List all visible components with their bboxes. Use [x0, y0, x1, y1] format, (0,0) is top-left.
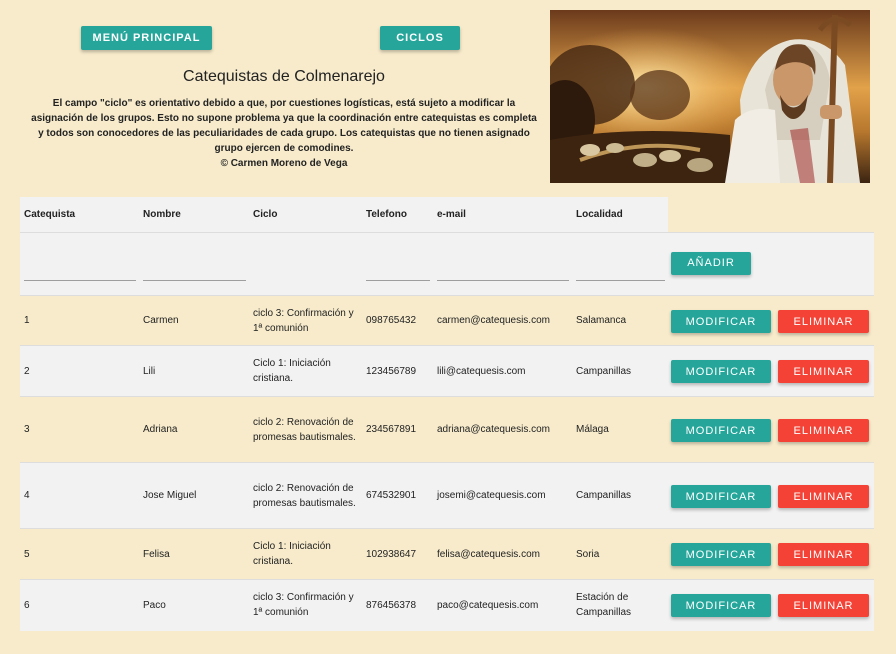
cell-id: 5	[20, 528, 139, 580]
cell-telefono: 234567891	[362, 396, 433, 463]
add-cell-actions: AÑADIR	[668, 232, 874, 296]
cell-telefono: 098765432	[362, 295, 433, 346]
telefono-input[interactable]	[366, 265, 430, 281]
cell-email: josemi@catequesis.com	[433, 462, 572, 529]
table-row: 6 Paco ciclo 3: Confirmación y 1ª comuni…	[20, 579, 874, 631]
cell-localidad: Estación de Campanillas	[572, 579, 668, 631]
cell-id: 4	[20, 462, 139, 529]
cell-id: 1	[20, 295, 139, 346]
table-header-row: Catequista Nombre Ciclo Telefono e-mail …	[20, 197, 874, 233]
catechists-table: Catequista Nombre Ciclo Telefono e-mail …	[20, 197, 874, 631]
cell-localidad: Soria	[572, 528, 668, 580]
cell-email: felisa@catequesis.com	[433, 528, 572, 580]
cell-nombre: Lili	[139, 345, 249, 397]
cell-id: 6	[20, 579, 139, 631]
cell-actions: MODIFICAR ELIMINAR	[668, 579, 874, 631]
table-row: 5 Felisa Ciclo 1: Iniciación cristiana. …	[20, 528, 874, 580]
cell-ciclo: Ciclo 1: Iniciación cristiana.	[249, 528, 362, 580]
cell-telefono: 102938647	[362, 528, 433, 580]
table-row: 1 Carmen ciclo 3: Confirmación y 1ª comu…	[20, 295, 874, 346]
ciclos-button[interactable]: CICLOS	[380, 26, 460, 50]
cell-telefono: 876456378	[362, 579, 433, 631]
cell-telefono: 123456789	[362, 345, 433, 397]
add-cell-ciclo	[249, 232, 362, 296]
add-cell-id	[20, 232, 139, 296]
cell-nombre: Paco	[139, 579, 249, 631]
cell-localidad: Salamanca	[572, 295, 668, 346]
add-cell-email	[433, 232, 572, 296]
table-row: 4 Jose Miguel ciclo 2: Renovación de pro…	[20, 462, 874, 529]
modify-button[interactable]: MODIFICAR	[671, 594, 771, 617]
nombre-input[interactable]	[143, 265, 246, 281]
add-row: AÑADIR	[20, 232, 874, 296]
cell-localidad: Málaga	[572, 396, 668, 463]
cell-ciclo: ciclo 3: Confirmación y 1ª comunión	[249, 579, 362, 631]
header-catequista: Catequista	[20, 197, 139, 233]
add-button[interactable]: AÑADIR	[671, 251, 751, 275]
shepherd-image	[550, 10, 870, 183]
cell-id: 3	[20, 396, 139, 463]
cell-nombre: Felisa	[139, 528, 249, 580]
delete-button[interactable]: ELIMINAR	[778, 485, 869, 508]
table-row: 2 Lili Ciclo 1: Iniciación cristiana. 12…	[20, 345, 874, 397]
delete-button[interactable]: ELIMINAR	[778, 543, 869, 566]
modify-button[interactable]: MODIFICAR	[671, 310, 771, 333]
cell-email: paco@catequesis.com	[433, 579, 572, 631]
intro-text: El campo "ciclo" es orientativo debido a…	[30, 96, 538, 171]
header-telefono: Telefono	[362, 197, 433, 233]
add-cell-telefono	[362, 232, 433, 296]
modify-button[interactable]: MODIFICAR	[671, 485, 771, 508]
cell-ciclo: ciclo 2: Renovación de promesas bautisma…	[249, 396, 362, 463]
page-title: Catequistas de Colmenarejo	[183, 68, 385, 85]
cell-ciclo: ciclo 3: Confirmación y 1ª comunión	[249, 295, 362, 346]
id-input[interactable]	[24, 265, 136, 281]
cell-nombre: Adriana	[139, 396, 249, 463]
cell-actions: MODIFICAR ELIMINAR	[668, 295, 874, 346]
add-cell-nombre	[139, 232, 249, 296]
cell-email: carmen@catequesis.com	[433, 295, 572, 346]
modify-button[interactable]: MODIFICAR	[671, 360, 771, 383]
cell-telefono: 674532901	[362, 462, 433, 529]
delete-button[interactable]: ELIMINAR	[778, 594, 869, 617]
header-localidad: Localidad	[572, 197, 668, 233]
add-cell-localidad	[572, 232, 668, 296]
cell-ciclo: Ciclo 1: Iniciación cristiana.	[249, 345, 362, 397]
cell-ciclo: ciclo 2: Renovación de promesas bautisma…	[249, 462, 362, 529]
cell-actions: MODIFICAR ELIMINAR	[668, 462, 874, 529]
cell-localidad: Campanillas	[572, 345, 668, 397]
copyright-text: © Carmen Moreno de Vega	[220, 158, 348, 169]
cell-actions: MODIFICAR ELIMINAR	[668, 528, 874, 580]
main-menu-button[interactable]: MENÚ PRINCIPAL	[81, 26, 212, 50]
delete-button[interactable]: ELIMINAR	[778, 310, 869, 333]
header-actions	[668, 197, 874, 233]
delete-button[interactable]: ELIMINAR	[778, 360, 869, 383]
modify-button[interactable]: MODIFICAR	[671, 543, 771, 566]
modify-button[interactable]: MODIFICAR	[671, 419, 771, 442]
cell-localidad: Campanillas	[572, 462, 668, 529]
email-input[interactable]	[437, 265, 569, 281]
localidad-input[interactable]	[576, 265, 665, 281]
cell-email: adriana@catequesis.com	[433, 396, 572, 463]
header-ciclo: Ciclo	[249, 197, 362, 233]
cell-nombre: Carmen	[139, 295, 249, 346]
header-nombre: Nombre	[139, 197, 249, 233]
delete-button[interactable]: ELIMINAR	[778, 419, 869, 442]
intro-paragraph: El campo "ciclo" es orientativo debido a…	[31, 98, 537, 154]
cell-nombre: Jose Miguel	[139, 462, 249, 529]
cell-actions: MODIFICAR ELIMINAR	[668, 345, 874, 397]
header-email: e-mail	[433, 197, 572, 233]
table-row: 3 Adriana ciclo 2: Renovación de promesa…	[20, 396, 874, 463]
cell-email: lili@catequesis.com	[433, 345, 572, 397]
cell-id: 2	[20, 345, 139, 397]
shepherd-illustration	[550, 10, 870, 183]
cell-actions: MODIFICAR ELIMINAR	[668, 396, 874, 463]
